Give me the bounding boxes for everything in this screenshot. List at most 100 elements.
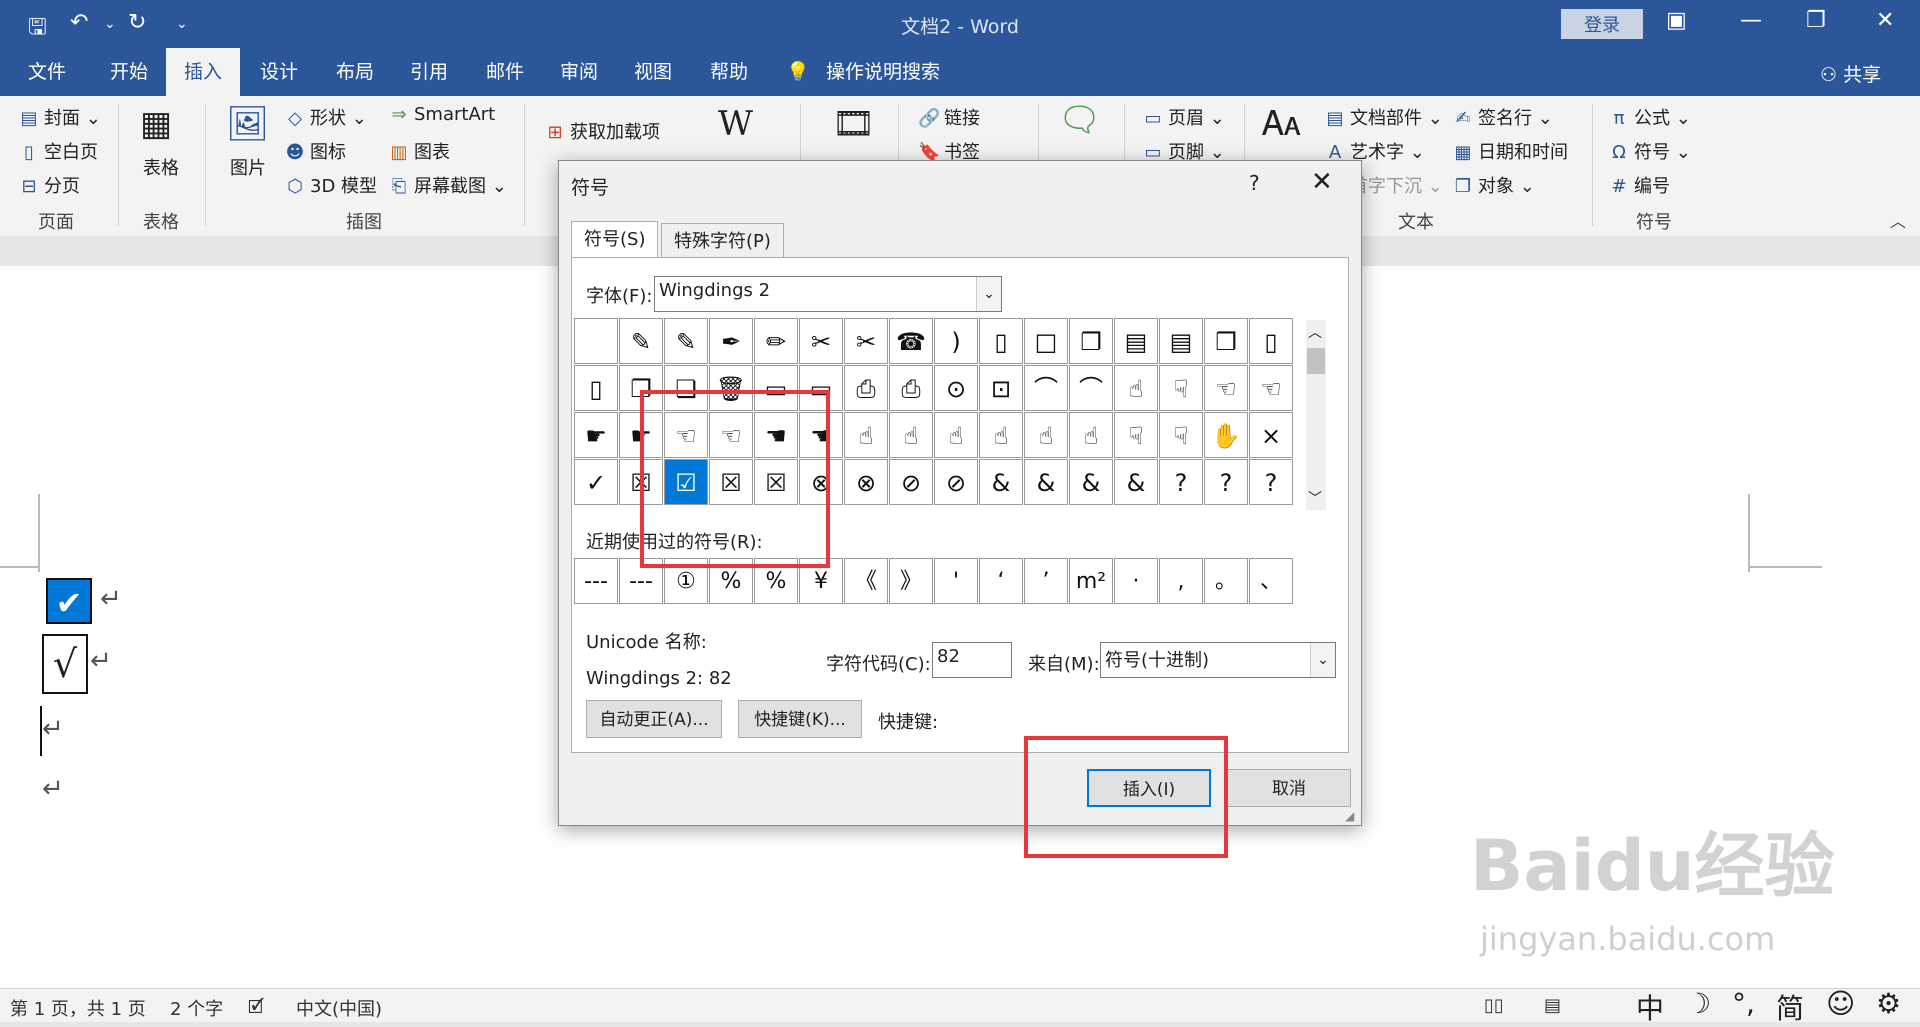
picture-icon[interactable]: 🖼 xyxy=(226,104,269,144)
symbol-cell[interactable]: ☜ xyxy=(1249,365,1293,411)
recent-symbol-cell[interactable]: m² xyxy=(1069,558,1113,604)
page-count[interactable]: 第 1 页，共 1 页 xyxy=(10,995,146,1021)
symbol-cell[interactable]: □ xyxy=(1024,318,1068,364)
ime-moon-icon[interactable]: ☽ xyxy=(1686,987,1711,1020)
symbol-cell[interactable]: ❒ xyxy=(1204,318,1248,364)
autocorrect-button[interactable]: 自动更正(A)... xyxy=(586,700,722,738)
symbol-cell[interactable]: ☝ xyxy=(1024,412,1068,458)
chart-button[interactable]: ▥ 图表 xyxy=(388,138,450,164)
sqrt-symbol-box[interactable]: √ xyxy=(42,634,88,694)
symbol-cell[interactable]: & xyxy=(1114,459,1158,505)
word-count[interactable]: 2 个字 xyxy=(170,995,223,1021)
ime-emoji-icon[interactable]: ☺ xyxy=(1826,987,1855,1020)
symbol-cell[interactable]: ☒ xyxy=(754,459,798,505)
symbol-cell[interactable]: ⎙ xyxy=(889,365,933,411)
online-video-icon[interactable]: 🎞 xyxy=(832,104,875,144)
symbol-cell[interactable]: ? xyxy=(1204,459,1248,505)
smartart-button[interactable]: ⇒ SmartArt xyxy=(388,104,495,125)
symbol-cell[interactable]: ⎙ xyxy=(844,365,888,411)
symbol-cell[interactable]: ☚ xyxy=(754,412,798,458)
symbol-cell[interactable]: ✒ xyxy=(709,318,753,364)
recent-symbol-cell[interactable]: % xyxy=(709,558,753,604)
grid-scrollbar[interactable]: ︿ ﹀ xyxy=(1306,320,1326,510)
symbol-cell[interactable]: ✓ xyxy=(574,459,618,505)
ime-settings-icon[interactable]: ⚙ xyxy=(1876,987,1901,1020)
cancel-button[interactable]: 取消 xyxy=(1227,769,1351,807)
symbol-cell[interactable]: ⊙ xyxy=(934,365,978,411)
help-button[interactable]: ? xyxy=(1249,171,1260,195)
read-mode-icon[interactable]: ▯▯ xyxy=(1484,995,1504,1016)
login-button[interactable]: 登录 xyxy=(1561,9,1643,39)
recent-symbol-cell[interactable]: , xyxy=(1159,558,1203,604)
collapse-ribbon-icon[interactable]: ︿ xyxy=(1890,208,1906,232)
symbol-cell[interactable]: ✎ xyxy=(664,318,708,364)
comment-icon[interactable]: 🗨 xyxy=(1058,100,1101,140)
symbol-cell[interactable]: ▤ xyxy=(1159,318,1203,364)
recent-symbol-cell[interactable]: % xyxy=(754,558,798,604)
symbol-cell[interactable]: ☜ xyxy=(664,412,708,458)
link-button[interactable]: 🔗 链接 xyxy=(918,104,980,130)
recent-symbol-cell[interactable]: --- xyxy=(619,558,663,604)
scroll-down-icon[interactable]: ﹀ xyxy=(1308,488,1322,508)
language[interactable]: 中文(中国) xyxy=(296,995,382,1021)
textbox-icon[interactable]: 🗛 xyxy=(1262,104,1301,144)
symbol-cell[interactable]: ✂ xyxy=(799,318,843,364)
symbol-cell[interactable]: ✎ xyxy=(619,318,663,364)
symbol-cell[interactable]: ▤ xyxy=(1114,318,1158,364)
symbol-cell[interactable]: ⊘ xyxy=(889,459,933,505)
wikipedia-icon[interactable]: W xyxy=(718,104,753,144)
minimize-icon[interactable]: — xyxy=(1740,8,1762,33)
selected-symbol-cell[interactable]: ☑ xyxy=(664,459,708,505)
table-button[interactable]: 表格 xyxy=(143,154,179,180)
3d-model-button[interactable]: ⬡ 3D 模型 xyxy=(284,172,377,198)
recent-symbol-cell[interactable]: 《 xyxy=(844,558,888,604)
symbol-cell[interactable] xyxy=(574,318,618,364)
blank-page-button[interactable]: ▯ 空白页 xyxy=(18,138,98,164)
screenshot-button[interactable]: ⎗ 屏幕截图 ⌄ xyxy=(388,172,507,198)
symbol-cell[interactable]: ☛ xyxy=(619,412,663,458)
icons-button[interactable]: ☻ 图标 xyxy=(284,138,346,164)
symbol-cell[interactable]: ▭ xyxy=(754,365,798,411)
symbol-cell[interactable]: ❐ xyxy=(1069,318,1113,364)
symbol-cell[interactable]: ▯ xyxy=(979,318,1023,364)
symbol-cell[interactable]: ⌒ xyxy=(1069,365,1113,411)
recent-symbol-cell[interactable]: ' xyxy=(934,558,978,604)
symbol-cell[interactable]: ⌒ xyxy=(1024,365,1068,411)
restore-icon[interactable]: ❐ xyxy=(1806,8,1826,33)
tab-view[interactable]: 视图 xyxy=(632,48,674,96)
picture-button[interactable]: 图片 xyxy=(230,154,266,180)
recent-symbol-cell[interactable]: 、 xyxy=(1249,558,1293,604)
table-icon[interactable]: ▦ xyxy=(140,104,172,144)
symbol-cell[interactable]: ? xyxy=(1249,459,1293,505)
symbol-cell[interactable]: ☛ xyxy=(574,412,618,458)
recent-symbol-cell[interactable]: · xyxy=(1114,558,1158,604)
ime-simplified-icon[interactable]: 简 xyxy=(1776,987,1804,1027)
tab-symbols[interactable]: 符号(S) xyxy=(571,221,659,259)
ime-punct-icon[interactable]: °, xyxy=(1732,987,1755,1020)
symbol-cell[interactable]: ☒ xyxy=(709,459,753,505)
object-button[interactable]: ❐ 对象 ⌄ xyxy=(1452,172,1535,198)
tab-help[interactable]: 帮助 xyxy=(708,48,750,96)
char-code-input[interactable]: 82 xyxy=(932,642,1012,678)
scroll-up-icon[interactable]: ︿ xyxy=(1308,322,1322,342)
symbol-cell[interactable]: ✋ xyxy=(1204,412,1248,458)
symbol-cell[interactable]: ☟ xyxy=(1159,412,1203,458)
symbol-cell[interactable]: ✏ xyxy=(754,318,798,364)
symbol-cell[interactable]: & xyxy=(979,459,1023,505)
quick-parts-button[interactable]: ▤ 文档部件 ⌄ xyxy=(1324,104,1442,130)
tab-file[interactable]: 文件 xyxy=(26,48,68,96)
symbol-button[interactable]: Ω 符号 ⌄ xyxy=(1608,138,1691,164)
header-button[interactable]: ▭ 页眉 ⌄ xyxy=(1142,104,1224,130)
tell-me-search[interactable]: 操作说明搜索 xyxy=(824,48,942,96)
signature-line-button[interactable]: ✍ 签名行 ⌄ xyxy=(1452,104,1552,130)
symbol-cell[interactable]: ⊗ xyxy=(844,459,888,505)
symbol-cell[interactable]: ✂ xyxy=(844,318,888,364)
close-icon[interactable]: ✕ xyxy=(1876,8,1894,33)
tab-home[interactable]: 开始 xyxy=(108,48,150,96)
symbol-cell[interactable]: ☜ xyxy=(709,412,753,458)
ribbon-display-icon[interactable]: ▣ xyxy=(1666,8,1687,33)
symbol-cell[interactable]: ❏ xyxy=(664,365,708,411)
symbol-cell[interactable]: ❐ xyxy=(619,365,663,411)
insert-button[interactable]: 插入(I) xyxy=(1087,769,1211,807)
symbol-cell[interactable]: ▭ xyxy=(799,365,843,411)
